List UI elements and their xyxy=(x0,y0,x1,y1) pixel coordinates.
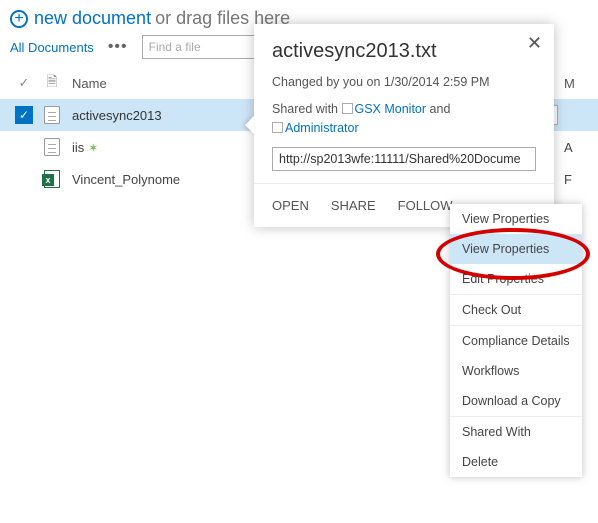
type-column-icon: 🗎 xyxy=(46,71,57,95)
follow-button[interactable]: FOLLOW xyxy=(398,198,453,213)
new-indicator-icon: ✶ xyxy=(88,141,98,155)
plus-icon[interactable]: + xyxy=(10,10,28,28)
menu-view-properties[interactable]: View Properties xyxy=(450,204,582,234)
column-modified[interactable]: M xyxy=(564,76,588,91)
open-button[interactable]: OPEN xyxy=(272,198,309,213)
modified-cell: F xyxy=(564,172,588,187)
callout-title: activesync2013.txt xyxy=(272,40,536,63)
checkbox-icon[interactable] xyxy=(342,103,353,114)
checkbox-icon[interactable] xyxy=(272,122,283,133)
item-callout: ✕ activesync2013.txt Changed by you on 1… xyxy=(254,24,554,227)
menu-delete[interactable]: Delete xyxy=(450,447,582,477)
text-file-icon xyxy=(44,138,60,156)
menu-edit-properties[interactable]: Edit Properties xyxy=(450,264,582,294)
share-link[interactable]: GSX Monitor xyxy=(355,102,427,116)
menu-view-properties[interactable]: View Properties xyxy=(450,234,582,264)
callout-beak-icon xyxy=(245,116,254,134)
select-all-checkbox[interactable]: ✓ xyxy=(19,75,30,91)
row-checkbox-checked[interactable]: ✓ xyxy=(15,106,33,124)
close-icon[interactable]: ✕ xyxy=(527,34,542,52)
context-menu: View Properties View Properties Edit Pro… xyxy=(450,204,582,477)
menu-download-copy[interactable]: Download a Copy xyxy=(450,386,582,416)
new-document-link[interactable]: new document xyxy=(34,8,151,29)
url-input[interactable]: http://sp2013wfe:11111/Shared%20Docume xyxy=(272,147,536,171)
menu-compliance-details[interactable]: Compliance Details xyxy=(450,326,582,356)
modified-cell: A xyxy=(564,140,588,155)
view-more-icon[interactable]: ••• xyxy=(108,38,128,56)
share-button[interactable]: SHARE xyxy=(331,198,376,213)
menu-shared-with[interactable]: Shared With xyxy=(450,417,582,447)
search-placeholder: Find a file xyxy=(149,40,201,54)
text-file-icon xyxy=(44,106,60,124)
callout-shared-text: Shared with GSX Monitor and Administrato… xyxy=(272,100,536,138)
view-selector[interactable]: All Documents xyxy=(10,40,94,55)
menu-workflows[interactable]: Workflows xyxy=(450,356,582,386)
excel-file-icon xyxy=(44,170,60,188)
callout-changed-text: Changed by you on 1/30/2014 2:59 PM xyxy=(272,73,536,92)
share-link[interactable]: Administrator xyxy=(285,121,359,135)
menu-check-out[interactable]: Check Out xyxy=(450,295,582,325)
